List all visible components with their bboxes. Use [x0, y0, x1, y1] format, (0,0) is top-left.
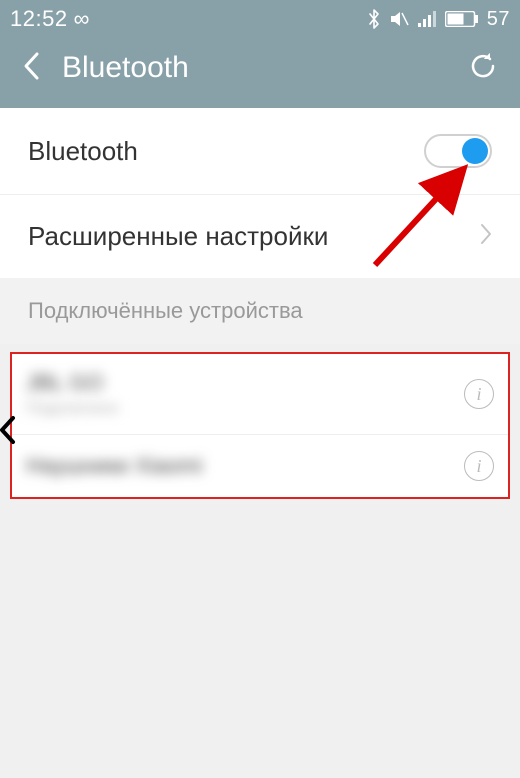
header: Bluetooth	[0, 38, 520, 108]
info-icon[interactable]: i	[464, 379, 494, 409]
device-name: JBL GO	[26, 370, 450, 396]
device-status: Подключено	[26, 400, 450, 418]
device-name: Наушники Xiaomi	[26, 453, 450, 479]
device-list: JBL GO Подключено i Наушники Xiaomi i	[10, 352, 510, 499]
edge-chevron-icon	[0, 415, 16, 454]
page-title: Bluetooth	[62, 51, 468, 85]
advanced-settings-label: Расширенные настройки	[28, 221, 328, 252]
advanced-settings-row[interactable]: Расширенные настройки	[0, 194, 520, 278]
status-bar: 12:52 ∞	[0, 0, 520, 38]
bluetooth-row: Bluetooth	[0, 108, 520, 194]
status-time: 12:52	[10, 6, 68, 32]
status-left: 12:52 ∞	[10, 6, 90, 32]
back-button[interactable]	[22, 51, 40, 86]
info-icon[interactable]: i	[464, 451, 494, 481]
bluetooth-toggle[interactable]	[424, 134, 492, 168]
signal-icon	[417, 11, 437, 27]
device-row[interactable]: JBL GO Подключено i	[12, 354, 508, 434]
device-info: JBL GO Подключено	[26, 370, 450, 418]
refresh-button[interactable]	[468, 51, 498, 86]
bluetooth-icon	[367, 9, 381, 29]
device-info: Наушники Xiaomi	[26, 453, 450, 479]
bluetooth-label: Bluetooth	[28, 136, 138, 167]
connected-section-title: Подключённые устройства	[0, 278, 520, 344]
battery-percent: 57	[487, 8, 510, 31]
toggle-knob	[462, 138, 488, 164]
status-right: 57	[367, 8, 510, 31]
mute-icon	[389, 10, 409, 28]
device-row[interactable]: Наушники Xiaomi i	[12, 434, 508, 497]
infinity-icon: ∞	[74, 6, 90, 32]
battery-icon	[445, 11, 479, 27]
chevron-right-icon	[480, 221, 492, 252]
content: Bluetooth Расширенные настройки	[0, 108, 520, 278]
